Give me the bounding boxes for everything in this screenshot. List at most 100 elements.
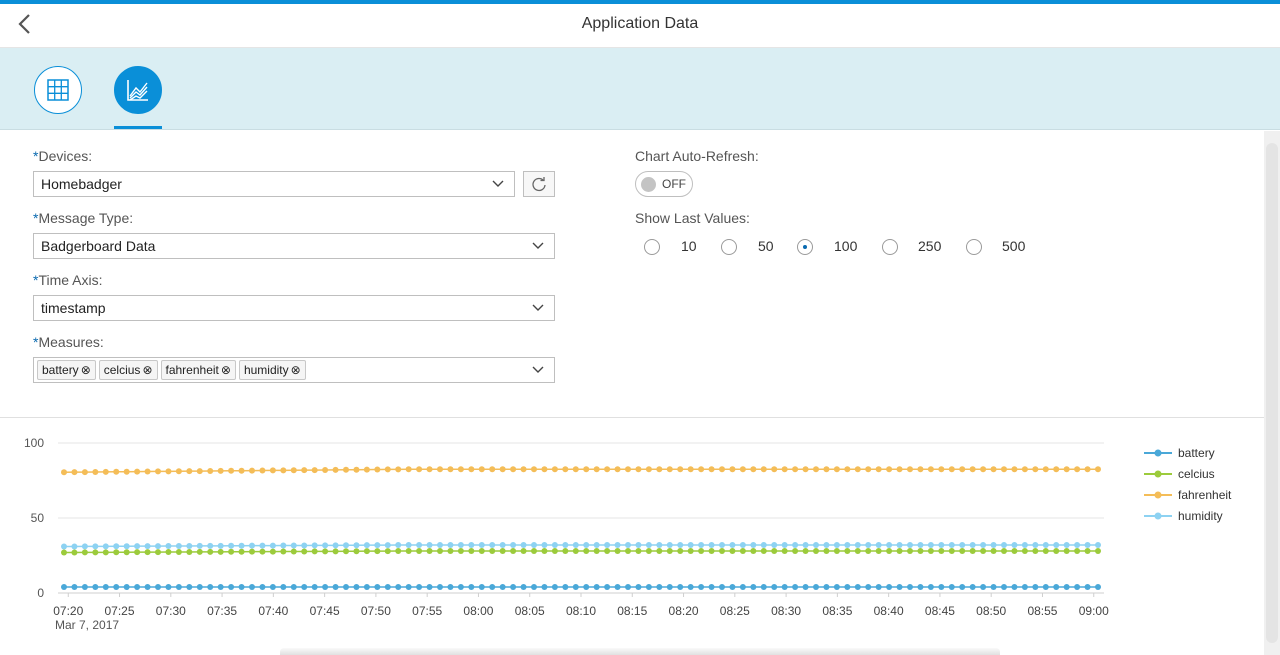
data-point-humidity (771, 542, 778, 548)
data-point-battery (447, 584, 454, 590)
data-point-fahrenheit (813, 466, 819, 473)
data-point-celcius (583, 548, 590, 554)
data-point-celcius (614, 548, 621, 554)
remove-circle-icon[interactable]: ⊗ (291, 363, 301, 377)
data-point-fahrenheit (531, 466, 537, 473)
data-point-battery (468, 584, 475, 590)
data-point-humidity (175, 543, 182, 549)
chevron-down-icon (532, 242, 544, 249)
data-point-celcius (802, 548, 809, 554)
data-point-battery (510, 584, 517, 590)
data-point-battery (907, 584, 913, 590)
data-point-celcius (71, 549, 78, 556)
data-point-battery (781, 584, 788, 590)
legend-swatch-dot (1154, 470, 1162, 478)
data-point-battery (489, 584, 496, 590)
measure-token-celcius[interactable]: celcius ⊗ (98, 360, 158, 380)
data-point-fahrenheit (792, 466, 799, 473)
data-point-fahrenheit (269, 467, 276, 474)
data-point-humidity (238, 542, 245, 549)
data-point-humidity (144, 543, 151, 550)
data-point-humidity (760, 542, 767, 548)
data-point-humidity (259, 542, 266, 549)
data-point-humidity (781, 542, 788, 548)
data-point-battery (1011, 584, 1018, 590)
x-axis-date-label: Mar 7, 2017 (55, 618, 119, 632)
message-type-select[interactable]: Badgerboard Data (33, 233, 555, 259)
data-point-humidity (677, 542, 684, 548)
data-point-humidity (823, 542, 830, 548)
auto-refresh-toggle[interactable]: OFF (635, 171, 693, 197)
legend-label-fahrenheit: fahrenheit (1178, 488, 1232, 502)
radio-500[interactable] (966, 239, 982, 255)
data-point-celcius (510, 548, 517, 554)
scrollbar-thumb[interactable] (1266, 143, 1278, 643)
data-point-celcius (917, 548, 924, 554)
data-point-battery (666, 584, 673, 590)
data-point-celcius (353, 548, 360, 555)
data-point-celcius (719, 548, 725, 554)
data-point-battery (813, 584, 819, 590)
data-point-battery (541, 584, 548, 590)
data-point-fahrenheit (228, 467, 235, 474)
data-point-humidity (656, 542, 663, 548)
data-point-humidity (165, 543, 172, 550)
radio-100[interactable] (797, 239, 813, 255)
remove-circle-icon[interactable]: ⊗ (142, 363, 152, 377)
message-type-label: *Message Type: (33, 210, 134, 226)
devices-select[interactable]: Homebadger (33, 171, 515, 197)
data-point-humidity (228, 542, 235, 549)
measure-token-fahrenheit[interactable]: fahrenheit ⊗ (160, 360, 236, 380)
data-point-battery (238, 584, 245, 590)
data-point-battery (1053, 584, 1060, 590)
data-point-battery (301, 584, 308, 590)
radio-250[interactable] (882, 239, 898, 255)
data-point-humidity (1074, 542, 1081, 548)
x-tick-label: 07:40 (258, 604, 288, 618)
line-chart: 100 50 0 07:20 07:25 07:30 07:35 07:40 07:45 07:5… (24, 436, 1232, 632)
data-point-battery (395, 584, 402, 590)
table-grid-icon (47, 79, 69, 101)
time-axis-value: timestamp (41, 300, 106, 316)
legend-label-celcius: celcius (1178, 467, 1215, 481)
data-point-fahrenheit (405, 466, 412, 473)
data-point-humidity (301, 542, 308, 549)
radio-50[interactable] (721, 239, 737, 255)
data-point-fahrenheit (353, 466, 360, 473)
data-point-fahrenheit (698, 466, 705, 473)
data-point-fahrenheit (760, 466, 767, 473)
data-point-celcius (228, 548, 235, 555)
remove-circle-icon[interactable]: ⊗ (81, 363, 91, 377)
data-point-battery (625, 584, 631, 590)
data-point-celcius (280, 548, 287, 555)
data-point-battery (374, 584, 381, 590)
data-point-fahrenheit (1074, 466, 1081, 473)
vertical-scrollbar[interactable] (1264, 131, 1280, 655)
radio-10-label: 10 (681, 238, 697, 254)
measures-multiselect[interactable]: battery ⊗ celcius ⊗ fahrenheit ⊗ humidity ⊗ (33, 357, 555, 383)
data-point-battery (719, 584, 725, 590)
filter-form: *Devices: Homebadger *Message Type: Badg… (0, 131, 1264, 418)
data-point-fahrenheit (1021, 466, 1028, 473)
data-point-battery (823, 584, 830, 590)
remove-circle-icon[interactable]: ⊗ (221, 363, 231, 377)
data-point-fahrenheit (656, 466, 663, 473)
data-point-battery (113, 584, 120, 590)
x-tick-label: 08:15 (617, 604, 647, 618)
data-point-fahrenheit (437, 466, 443, 473)
data-point-fahrenheit (71, 469, 78, 476)
data-point-celcius (322, 548, 329, 555)
tab-table-view[interactable] (34, 66, 82, 114)
data-point-humidity (572, 542, 579, 548)
measure-token-battery[interactable]: battery ⊗ (37, 360, 96, 380)
refresh-devices-button[interactable] (523, 171, 555, 197)
data-point-battery (583, 584, 590, 590)
radio-10[interactable] (644, 239, 660, 255)
data-point-battery (437, 584, 443, 590)
data-point-fahrenheit (186, 468, 193, 475)
data-point-battery (792, 584, 799, 590)
time-axis-select[interactable]: timestamp (33, 295, 555, 321)
measure-token-humidity[interactable]: humidity ⊗ (238, 360, 306, 380)
tab-chart-view[interactable] (114, 66, 162, 114)
data-point-fahrenheit (750, 466, 757, 473)
